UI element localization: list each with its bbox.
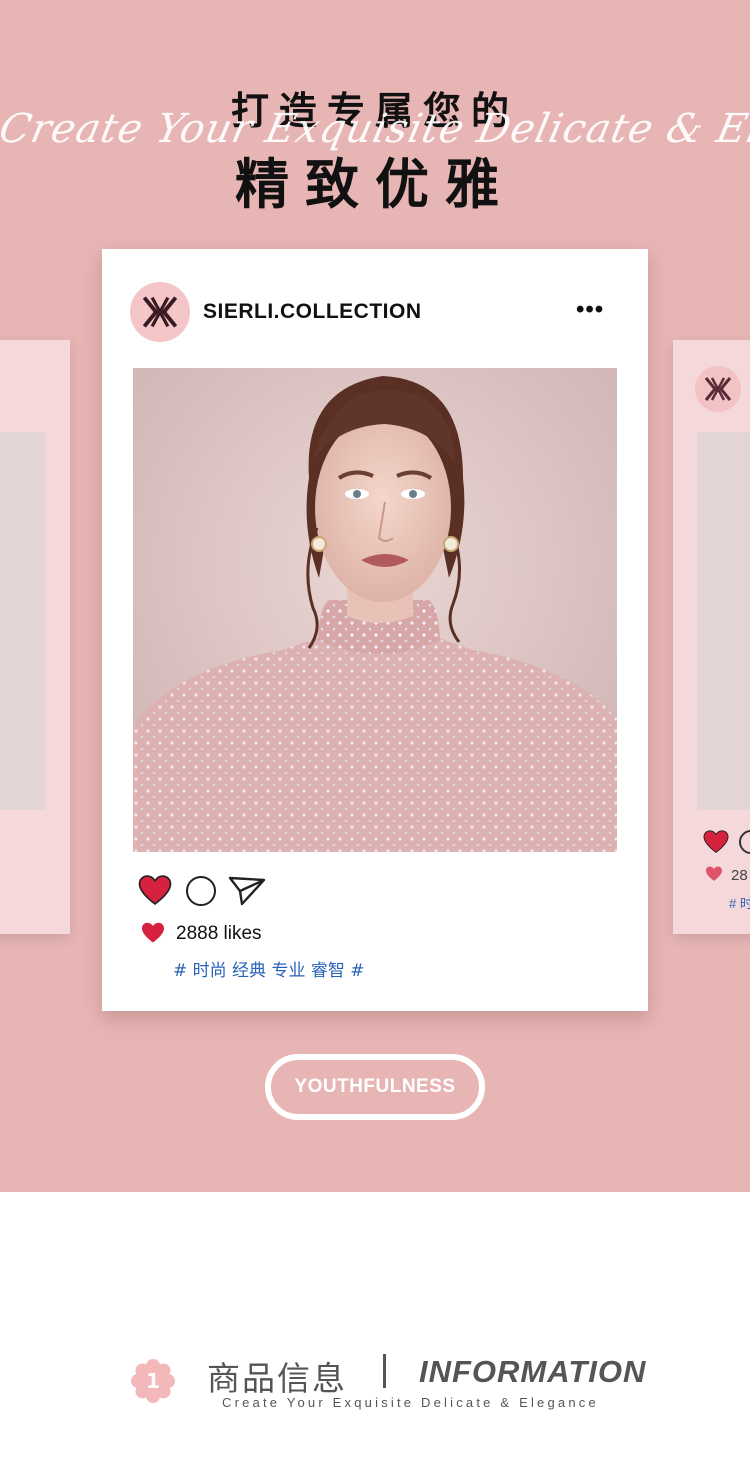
- badge-number: 1: [146, 1369, 160, 1393]
- post-tags[interactable]: # 时尚 经典 专业 睿智 #: [173, 956, 365, 981]
- share-icon[interactable]: [228, 876, 266, 911]
- side-likes-heart-icon: [705, 866, 723, 887]
- hero-section: 打造专属您的 Create Your Exquisite Delicate & …: [0, 0, 750, 1192]
- post-card: SIERLI.COLLECTION ••• 2888 likes # 时尚 经典…: [102, 249, 648, 1011]
- side-comment-icon: [739, 830, 750, 854]
- side-post-card-left[interactable]: [0, 340, 70, 934]
- info-divider: [383, 1354, 386, 1388]
- more-icon[interactable]: •••: [576, 298, 604, 322]
- heart-icon[interactable]: [138, 875, 172, 911]
- side-post-card-right[interactable]: 28 # 时: [673, 340, 750, 934]
- side-post-photo-left: [0, 432, 46, 810]
- side-likes-text: 28: [731, 867, 748, 884]
- side-post-photo-right: [697, 432, 750, 810]
- flower-badge-icon: 1: [130, 1358, 176, 1409]
- likes-count: 2888 likes: [176, 923, 262, 944]
- side-tags-text: # 时: [729, 896, 750, 911]
- comment-icon[interactable]: [186, 876, 216, 906]
- side-logo-icon: [695, 366, 741, 412]
- post-photo: [133, 368, 617, 852]
- side-heart-icon: [703, 830, 729, 859]
- info-title-cn: 商品信息: [207, 1359, 347, 1398]
- info-subtitle: Create Your Exquisite Delicate & Eleganc…: [222, 1395, 599, 1410]
- likes-heart-icon: [141, 922, 165, 949]
- post-username[interactable]: SIERLI.COLLECTION: [203, 300, 422, 324]
- info-title-en: INFORMATION: [419, 1354, 647, 1389]
- hero-title-main: 精致优雅: [235, 153, 515, 216]
- logo-icon[interactable]: [130, 282, 190, 342]
- youthfulness-button[interactable]: YOUTHFULNESS: [265, 1054, 485, 1120]
